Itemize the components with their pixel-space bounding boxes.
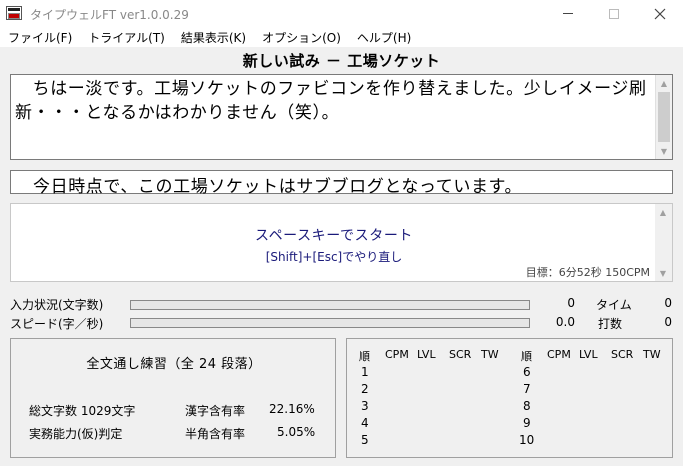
scroll-down-icon[interactable]: ▼ — [655, 265, 671, 281]
total-chars: 総文字数 1029文字 — [29, 404, 136, 418]
keystroke-value: 0 — [664, 315, 672, 329]
typing-input-area[interactable]: スペースキーでスタート [Shift]+[Esc]でやり直し 目標：6分52秒 … — [10, 203, 673, 282]
keystroke-label: 打数 — [598, 317, 623, 331]
result-row-rank: 5 — [361, 433, 369, 447]
current-sentence-box: 今日時点で、この工場ソケットはサブブログとなっています。 — [10, 170, 673, 197]
time-label: タイム — [596, 298, 632, 312]
input-status-label: 入力状況(文字数) — [10, 298, 104, 312]
maximize-button[interactable] — [591, 0, 637, 27]
scroll-thumb[interactable] — [658, 92, 670, 142]
input-progress-bar — [130, 300, 530, 310]
result-row-rank: 8 — [523, 399, 531, 413]
header-rank: 順 — [521, 350, 532, 363]
practice-title: 全文通し練習（全 24 段落） — [86, 357, 262, 372]
current-sentence: 今日時点で、この工場ソケットはサブブログとなっています。 — [33, 177, 523, 197]
result-row-rank: 9 — [523, 416, 531, 430]
halfwidth-rate-label: 半角含有率 — [185, 427, 246, 441]
header-cpm: CPM — [547, 348, 571, 361]
result-row-rank: 10 — [519, 433, 535, 447]
kanji-rate-label: 漢字含有率 — [185, 404, 246, 418]
kanji-rate: 22.16% — [269, 402, 315, 416]
source-text: ちはー淡です。工場ソケットのファビコンを作り替えました。少しイメージ刷新・・・と… — [15, 79, 647, 123]
menu-trial[interactable]: トライアル(T) — [80, 27, 173, 47]
target-info: 目標：6分52秒 150CPM — [525, 266, 650, 279]
result-row-rank: 2 — [361, 382, 369, 396]
minimize-icon — [563, 13, 573, 14]
results-table: 順 CPM LVL SCR TW 順 CPM LVL SCR TW 1 2 3 … — [346, 338, 673, 458]
header-lvl: LVL — [579, 348, 598, 361]
result-row-rank: 6 — [523, 365, 531, 379]
header-scr: SCR — [611, 348, 634, 361]
header-scr: SCR — [449, 348, 472, 361]
menu-file[interactable]: ファイル(F) — [0, 27, 80, 47]
scroll-up-icon[interactable]: ▲ — [656, 75, 672, 91]
minimize-button[interactable] — [545, 0, 591, 27]
input-count: 0 — [567, 296, 575, 310]
header-rank: 順 — [359, 350, 370, 363]
title-bar[interactable]: タイプウェルFT ver1.0.0.29 — [0, 0, 683, 27]
scroll-down-icon[interactable]: ▼ — [656, 143, 672, 159]
maximize-icon — [609, 8, 619, 19]
header-tw: TW — [643, 348, 661, 361]
practical-judgment: 実務能力(仮)判定 — [29, 427, 123, 441]
halfwidth-rate: 5.05% — [277, 425, 316, 439]
header-lvl: LVL — [417, 348, 436, 361]
close-icon — [654, 8, 666, 19]
text-title: 新しい試み － 工場ソケット — [242, 52, 441, 70]
menu-options[interactable]: オプション(O) — [254, 27, 349, 47]
redo-hint: [Shift]+[Esc]でやり直し — [265, 250, 403, 264]
window-title: タイプウェルFT ver1.0.0.29 — [30, 8, 189, 22]
summary-panel: 全文通し練習（全 24 段落） 総文字数 1029文字 漢字含有率 22.16%… — [10, 338, 336, 458]
speed-bar — [130, 318, 530, 328]
result-row-rank: 7 — [523, 382, 531, 396]
time-value: 0 — [664, 296, 672, 310]
source-text-box[interactable]: ちはー淡です。工場ソケットのファビコンを作り替えました。少しイメージ刷新・・・と… — [10, 74, 673, 160]
app-icon — [6, 6, 22, 20]
menu-bar: ファイル(F) トライアル(T) 結果表示(K) オプション(O) ヘルプ(H) — [0, 27, 683, 47]
source-scrollbar[interactable]: ▲ ▼ — [655, 75, 672, 159]
close-button[interactable] — [637, 0, 683, 27]
result-row-rank: 4 — [361, 416, 369, 430]
speed-label: スピード(字／秒) — [10, 317, 104, 331]
menu-results[interactable]: 結果表示(K) — [173, 27, 254, 47]
result-row-rank: 3 — [361, 399, 369, 413]
header-tw: TW — [481, 348, 499, 361]
input-scrollbar[interactable]: ▲ ▼ — [655, 204, 672, 281]
speed-value: 0.0 — [555, 315, 575, 329]
scroll-up-icon[interactable]: ▲ — [655, 204, 671, 220]
header-cpm: CPM — [385, 348, 409, 361]
start-prompt: スペースキーでスタート — [254, 228, 414, 244]
menu-help[interactable]: ヘルプ(H) — [349, 27, 419, 47]
result-row-rank: 1 — [361, 365, 369, 379]
